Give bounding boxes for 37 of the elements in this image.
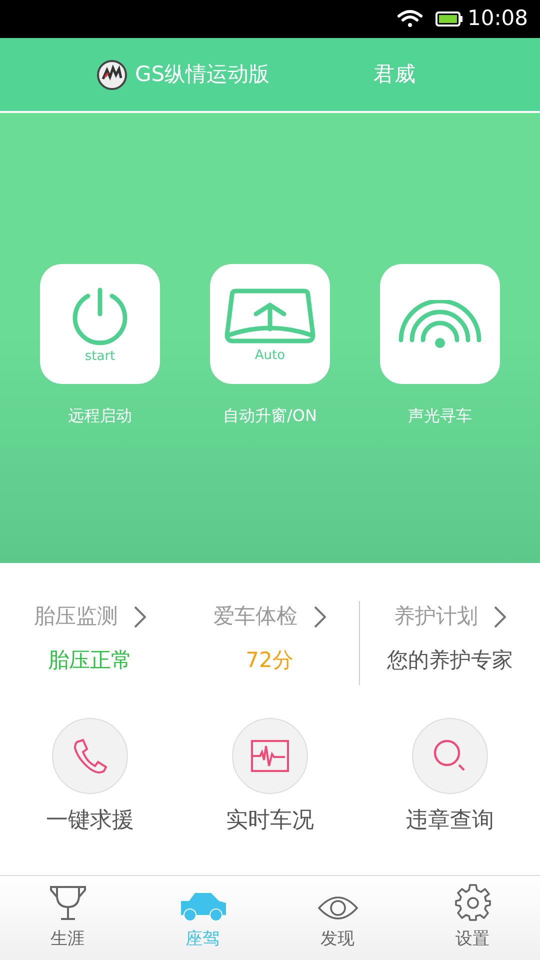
tab-item[interactable]: 座驾 [135, 876, 270, 960]
emblem-icon [97, 60, 127, 90]
action-tile[interactable]: Auto [210, 264, 330, 384]
chevron-right-icon[interactable] [314, 606, 326, 628]
chevron-right-icon[interactable] [134, 606, 146, 628]
service-label: 一键求援 [46, 807, 134, 835]
action-tile[interactable]: start [40, 264, 160, 384]
info-value: 72分 [246, 646, 294, 674]
tab-item[interactable]: 发现 [270, 876, 405, 960]
action-label: 远程启动 [68, 405, 132, 427]
info-value: 胎压正常 [48, 646, 132, 674]
info-value: 您的养护专家 [387, 646, 514, 674]
car-model-title[interactable]: GS纵情运动版 [135, 58, 270, 90]
heartbeat-monitor-icon [251, 740, 289, 772]
car-icon [178, 892, 226, 920]
clock-time: 10:08 [467, 5, 528, 32]
windshield-icon [224, 286, 316, 344]
action-label: 自动升窗/ON [223, 405, 317, 427]
brand-title[interactable]: 君威 [374, 58, 416, 90]
wifi-icon [397, 9, 424, 29]
signal-icon [398, 300, 482, 348]
action-tile[interactable] [380, 264, 500, 384]
phone-icon [72, 738, 108, 774]
power-icon [70, 286, 130, 346]
tab-item[interactable]: 生涯 [0, 876, 135, 960]
service-label: 实时车况 [226, 807, 314, 835]
eye-icon [318, 894, 358, 920]
info-title[interactable]: 爱车体检 [214, 601, 298, 632]
tab-item[interactable]: 设置 [405, 876, 540, 960]
trophy-icon [48, 884, 88, 920]
chevron-right-icon[interactable] [494, 606, 506, 628]
info-title[interactable]: 养护计划 [394, 601, 478, 632]
settings-icon [454, 882, 492, 920]
service-label: 违章查询 [406, 807, 494, 835]
info-title[interactable]: 胎压监测 [34, 601, 118, 632]
battery-icon [435, 11, 464, 27]
action-label: 声光寻车 [408, 405, 472, 427]
